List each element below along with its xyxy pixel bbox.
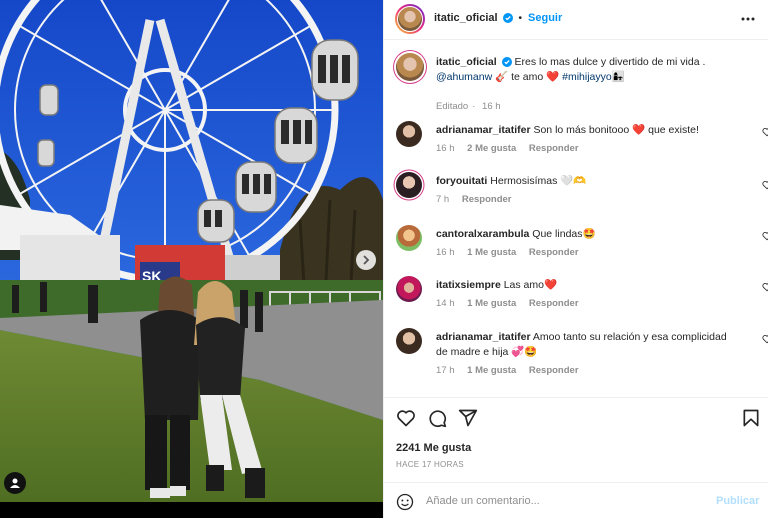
comment-message: Hermosisímas 🤍🫶 — [490, 175, 587, 187]
caption-time[interactable]: 16 h — [482, 101, 501, 112]
author-avatar[interactable] — [395, 4, 425, 34]
caption-meta: Editado · 16 h — [436, 101, 501, 112]
heart-icon[interactable] — [762, 127, 768, 137]
commenter-username[interactable]: adrianamar_itatifer — [436, 331, 531, 343]
comment-time[interactable]: 17 h — [436, 365, 455, 376]
comment-likes[interactable]: 2 Me gusta — [467, 143, 516, 154]
instagram-post-modal: SK itatic_oficial • Seguir itatic_oficia… — [0, 0, 768, 518]
comment-item: itatixsiempre Las amo❤️ 14 h 1 Me gusta … — [396, 276, 768, 316]
comment-time[interactable]: 16 h — [436, 143, 455, 154]
caption-username[interactable]: itatic_oficial — [436, 56, 497, 68]
comments-list[interactable]: itatic_oficial Eres lo mas dulce y diver… — [384, 41, 768, 396]
comment-meta: 7 h Responder — [436, 194, 521, 205]
reply-button[interactable]: Responder — [529, 143, 579, 154]
comment-meta: 16 h 2 Me gusta Responder — [436, 143, 589, 154]
commenter-avatar[interactable] — [396, 328, 422, 354]
commenter-username[interactable]: cantoralxarambula — [436, 228, 529, 240]
post-timestamp[interactable]: HACE 17 HORAS — [396, 460, 464, 469]
author-username[interactable]: itatic_oficial — [434, 12, 498, 24]
follow-button[interactable]: Seguir — [528, 12, 562, 24]
verified-icon — [501, 57, 512, 67]
heart-icon[interactable] — [762, 231, 768, 241]
next-arrow-icon — [363, 255, 370, 265]
caption: itatic_oficial Eres lo mas dulce y diver… — [396, 53, 758, 112]
post-header: itatic_oficial • Seguir — [384, 0, 768, 40]
user-tag-icon — [10, 478, 20, 488]
heart-icon[interactable] — [762, 334, 768, 344]
publish-button[interactable]: Publicar — [716, 495, 759, 507]
comment-message: Las amo❤️ — [503, 279, 558, 291]
post-side-panel: itatic_oficial • Seguir itatic_oficial E… — [383, 0, 768, 518]
caption-hashtag-link[interactable]: #mihijayyo — [562, 71, 612, 83]
comment-likes[interactable]: 1 Me gusta — [467, 365, 516, 376]
ferris-wheel-photo: SK — [0, 0, 383, 518]
comment-item: foryouitati Hermosisímas 🤍🫶 7 h Responde… — [396, 172, 768, 212]
commenter-username[interactable]: foryouitati — [436, 175, 487, 187]
comment-message: Son lo más bonitooo ❤️ que existe! — [533, 124, 699, 136]
commenter-username[interactable]: itatixsiempre — [436, 279, 501, 291]
bookmark-icon[interactable] — [741, 408, 761, 428]
likes-count[interactable]: 2241 Me gusta — [396, 442, 471, 454]
more-icon[interactable] — [740, 12, 756, 26]
caption-text-part-1: Eres lo mas dulce y divertido de mi vida… — [514, 56, 706, 68]
comment-time[interactable]: 14 h — [436, 298, 455, 309]
comment-meta: 16 h 1 Me gusta Responder — [436, 247, 589, 258]
header-separator-dot: • — [518, 12, 523, 24]
comment-text: cantoralxarambula Que lindas🤩 — [436, 227, 736, 242]
commenter-avatar[interactable] — [396, 172, 422, 198]
emoji-icon[interactable] — [396, 493, 414, 511]
reply-button[interactable]: Responder — [462, 194, 512, 205]
caption-text-part-3: 👩‍👧 — [611, 71, 625, 83]
commenter-avatar[interactable] — [396, 276, 422, 302]
comment-item: adrianamar_itatifer Son lo más bonitooo … — [396, 121, 768, 161]
comment-likes[interactable]: 1 Me gusta — [467, 247, 516, 258]
reply-button[interactable]: Responder — [529, 298, 579, 309]
post-photo[interactable]: SK — [0, 0, 383, 518]
comment-meta: 14 h 1 Me gusta Responder — [436, 298, 589, 309]
comment-meta: 17 h 1 Me gusta Responder — [436, 365, 589, 376]
comment-composer: Publicar — [384, 482, 768, 518]
user-tags-button[interactable] — [4, 472, 26, 494]
comment-text: adrianamar_itatifer Amoo tanto su relaci… — [436, 330, 736, 360]
heart-icon[interactable] — [762, 282, 768, 292]
commenter-avatar[interactable] — [396, 121, 422, 147]
caption-edited-label: Editado — [436, 101, 469, 112]
comment-message: Que lindas🤩 — [532, 228, 596, 240]
caption-avatar[interactable] — [396, 53, 424, 81]
heart-icon[interactable] — [762, 180, 768, 190]
next-photo-button[interactable] — [356, 250, 376, 270]
comment-time[interactable]: 7 h — [436, 194, 449, 205]
reply-button[interactable]: Responder — [529, 365, 579, 376]
comment-icon[interactable] — [427, 408, 447, 428]
comment-likes[interactable]: 1 Me gusta — [467, 298, 516, 309]
comment-text: foryouitati Hermosisímas 🤍🫶 — [436, 174, 736, 189]
comment-text: adrianamar_itatifer Son lo más bonitooo … — [436, 123, 736, 138]
heart-icon[interactable] — [396, 408, 416, 428]
comment-time[interactable]: 16 h — [436, 247, 455, 258]
caption-mention-link[interactable]: @ahumanw — [436, 71, 492, 83]
share-icon[interactable] — [458, 408, 478, 428]
caption-text-part-2: 🎸 te amo ❤️ — [495, 71, 560, 83]
comment-item: cantoralxarambula Que lindas🤩 16 h 1 Me … — [396, 225, 768, 265]
reply-button[interactable]: Responder — [529, 247, 579, 258]
comment-input[interactable] — [426, 492, 696, 510]
commenter-username[interactable]: adrianamar_itatifer — [436, 124, 531, 136]
post-actions: 2241 Me gusta HACE 17 HORAS — [384, 397, 768, 481]
caption-text: itatic_oficial Eres lo mas dulce y diver… — [436, 55, 736, 85]
photo-bottom-bar — [0, 502, 383, 518]
commenter-avatar[interactable] — [396, 225, 422, 251]
verified-icon — [502, 13, 513, 23]
comment-text: itatixsiempre Las amo❤️ — [436, 278, 736, 293]
comment-item: adrianamar_itatifer Amoo tanto su relaci… — [396, 328, 768, 388]
